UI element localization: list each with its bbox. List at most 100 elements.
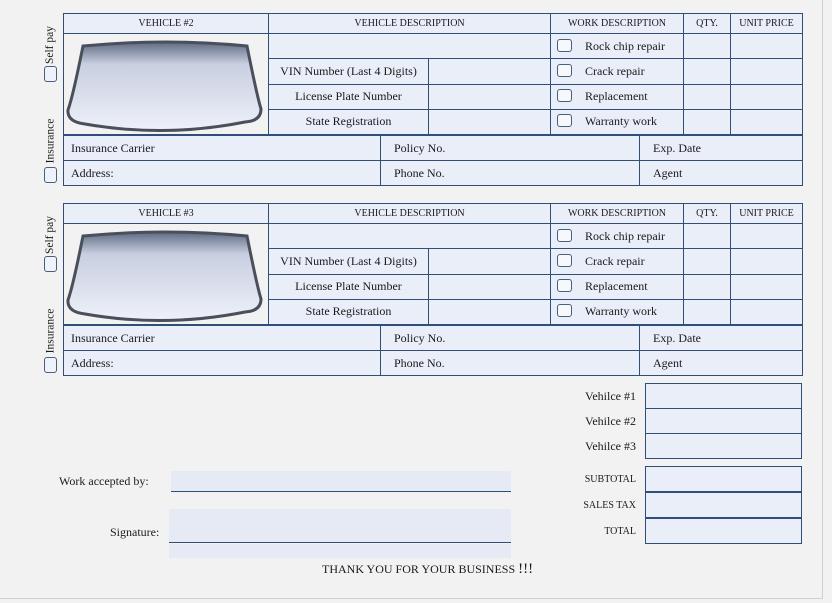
checkbox-icon[interactable] bbox=[557, 228, 572, 242]
state-field[interactable] bbox=[428, 298, 551, 326]
vehicle-header: VEHICLE #2 bbox=[63, 13, 269, 34]
qty-field[interactable] bbox=[683, 222, 731, 250]
checkbox-icon[interactable] bbox=[557, 89, 572, 103]
work-description-header: WORK DESCRIPTION bbox=[550, 13, 684, 34]
invoice-page: Self pay Insurance VEHICLE #2 VEHICLE DE… bbox=[0, 0, 823, 599]
checkbox-icon[interactable] bbox=[557, 253, 572, 267]
plate-field[interactable] bbox=[428, 273, 551, 300]
self-pay-checkbox[interactable] bbox=[44, 256, 57, 272]
vehicle-block-2: Self pay Insurance VEHICLE #2 VEHICLE DE… bbox=[40, 13, 803, 188]
vin-field[interactable] bbox=[428, 248, 551, 275]
windshield-diagram bbox=[63, 33, 269, 135]
work-item-rock-chip[interactable]: Rock chip repair bbox=[550, 32, 684, 60]
work-accepted-label: Work accepted by: bbox=[59, 474, 149, 488]
qty-field[interactable] bbox=[683, 83, 731, 110]
policy-field[interactable]: Policy No. bbox=[380, 325, 640, 351]
self-pay-checkbox[interactable] bbox=[44, 66, 57, 82]
phone-field[interactable]: Phone No. bbox=[380, 160, 640, 186]
vehicle-block-3: Self pay Insurance VEHICLE #3 VEHICLE DE… bbox=[40, 203, 803, 378]
state-field[interactable] bbox=[428, 108, 551, 136]
phone-field[interactable]: Phone No. bbox=[380, 350, 640, 376]
insurance-carrier-field[interactable]: Insurance Carrier bbox=[63, 325, 381, 351]
exp-date-field[interactable]: Exp. Date bbox=[639, 135, 803, 161]
unit-price-field[interactable] bbox=[730, 222, 803, 250]
subtotal-field[interactable] bbox=[645, 466, 802, 492]
qty-field[interactable] bbox=[683, 108, 731, 136]
unit-price-field[interactable] bbox=[730, 108, 803, 136]
signature-label: Signature: bbox=[110, 525, 160, 539]
unit-price-field[interactable] bbox=[730, 58, 803, 85]
work-item-replacement[interactable]: Replacement bbox=[550, 273, 684, 300]
qty-header: QTY. bbox=[683, 203, 731, 224]
vehicle1-total-field[interactable] bbox=[645, 383, 802, 409]
unit-price-field[interactable] bbox=[730, 83, 803, 110]
thank-you-text: THANK YOU FOR YOUR BUSINESS !!! bbox=[322, 561, 534, 577]
subtotal-row: SUBTOTAL bbox=[560, 466, 802, 492]
unit-price-field[interactable] bbox=[730, 273, 803, 300]
work-item-crack[interactable]: Crack repair bbox=[550, 58, 684, 85]
vehicle1-total-label: Vehilce #1 bbox=[585, 388, 636, 403]
policy-field[interactable]: Policy No. bbox=[380, 135, 640, 161]
insurance-table: Insurance Carrier Policy No. Exp. Date A… bbox=[63, 135, 803, 186]
vehicle3-total-field[interactable] bbox=[645, 433, 802, 459]
vehicle1-total-row: Vehilce #1 bbox=[560, 383, 802, 409]
sales-tax-row: SALES TAX bbox=[560, 492, 802, 518]
windshield-icon bbox=[66, 230, 263, 323]
windshield-diagram bbox=[63, 223, 269, 325]
vehicle-table: VEHICLE #3 VEHICLE DESCRIPTION WORK DESC… bbox=[63, 203, 803, 326]
total-field[interactable] bbox=[645, 518, 802, 544]
vehicle2-total-label: Vehilce #2 bbox=[585, 413, 636, 428]
sales-tax-field[interactable] bbox=[645, 492, 802, 518]
checkbox-icon[interactable] bbox=[557, 304, 572, 318]
vin-label: VIN Number (Last 4 Digits) bbox=[268, 248, 429, 275]
unit-price-field[interactable] bbox=[730, 248, 803, 275]
qty-field[interactable] bbox=[683, 58, 731, 85]
plate-label: License Plate Number bbox=[268, 273, 429, 300]
checkbox-icon[interactable] bbox=[557, 279, 572, 293]
work-item-replacement[interactable]: Replacement bbox=[550, 83, 684, 110]
vehicle2-total-row: Vehilce #2 bbox=[560, 408, 802, 434]
work-description-header: WORK DESCRIPTION bbox=[550, 203, 684, 224]
signature-field-lower[interactable] bbox=[169, 544, 511, 558]
insurance-checkbox[interactable] bbox=[44, 167, 57, 183]
qty-field[interactable] bbox=[683, 32, 731, 60]
signature-field[interactable] bbox=[169, 509, 511, 543]
unit-price-field[interactable] bbox=[730, 298, 803, 326]
work-accepted-field[interactable] bbox=[171, 471, 511, 492]
address-field[interactable]: Address: bbox=[63, 160, 381, 186]
vehicle2-total-field[interactable] bbox=[645, 408, 802, 434]
address-field[interactable]: Address: bbox=[63, 350, 381, 376]
work-item-warranty[interactable]: Warranty work bbox=[550, 108, 684, 136]
work-item-crack[interactable]: Crack repair bbox=[550, 248, 684, 275]
subtotal-label: SUBTOTAL bbox=[584, 473, 636, 485]
qty-field[interactable] bbox=[683, 273, 731, 300]
vehicle-description-field[interactable] bbox=[268, 222, 551, 250]
agent-field[interactable]: Agent bbox=[639, 350, 803, 376]
state-label: State Registration bbox=[268, 108, 429, 136]
qty-field[interactable] bbox=[683, 298, 731, 326]
exp-date-field[interactable]: Exp. Date bbox=[639, 325, 803, 351]
unit-price-header: UNIT PRICE bbox=[730, 13, 803, 34]
vehicle-header: VEHICLE #3 bbox=[63, 203, 269, 224]
total-label: TOTAL bbox=[604, 525, 636, 537]
checkbox-icon[interactable] bbox=[557, 38, 572, 52]
windshield-icon bbox=[66, 40, 263, 133]
agent-field[interactable]: Agent bbox=[639, 160, 803, 186]
insurance-checkbox[interactable] bbox=[44, 357, 57, 373]
insurance-label: Insurance bbox=[44, 308, 57, 354]
vin-field[interactable] bbox=[428, 58, 551, 85]
plate-field[interactable] bbox=[428, 83, 551, 110]
unit-price-field[interactable] bbox=[730, 32, 803, 60]
qty-field[interactable] bbox=[683, 248, 731, 275]
work-item-rock-chip[interactable]: Rock chip repair bbox=[550, 222, 684, 250]
checkbox-icon[interactable] bbox=[557, 63, 572, 77]
checkbox-icon[interactable] bbox=[557, 114, 572, 128]
vehicle-description-header: VEHICLE DESCRIPTION bbox=[268, 13, 551, 34]
vehicle3-total-label: Vehilce #3 bbox=[585, 438, 636, 453]
vehicle-description-field[interactable] bbox=[268, 32, 551, 60]
plate-label: License Plate Number bbox=[268, 83, 429, 110]
work-item-warranty[interactable]: Warranty work bbox=[550, 298, 684, 326]
total-row: TOTAL bbox=[560, 518, 802, 544]
vehicle-description-header: VEHICLE DESCRIPTION bbox=[268, 203, 551, 224]
insurance-carrier-field[interactable]: Insurance Carrier bbox=[63, 135, 381, 161]
